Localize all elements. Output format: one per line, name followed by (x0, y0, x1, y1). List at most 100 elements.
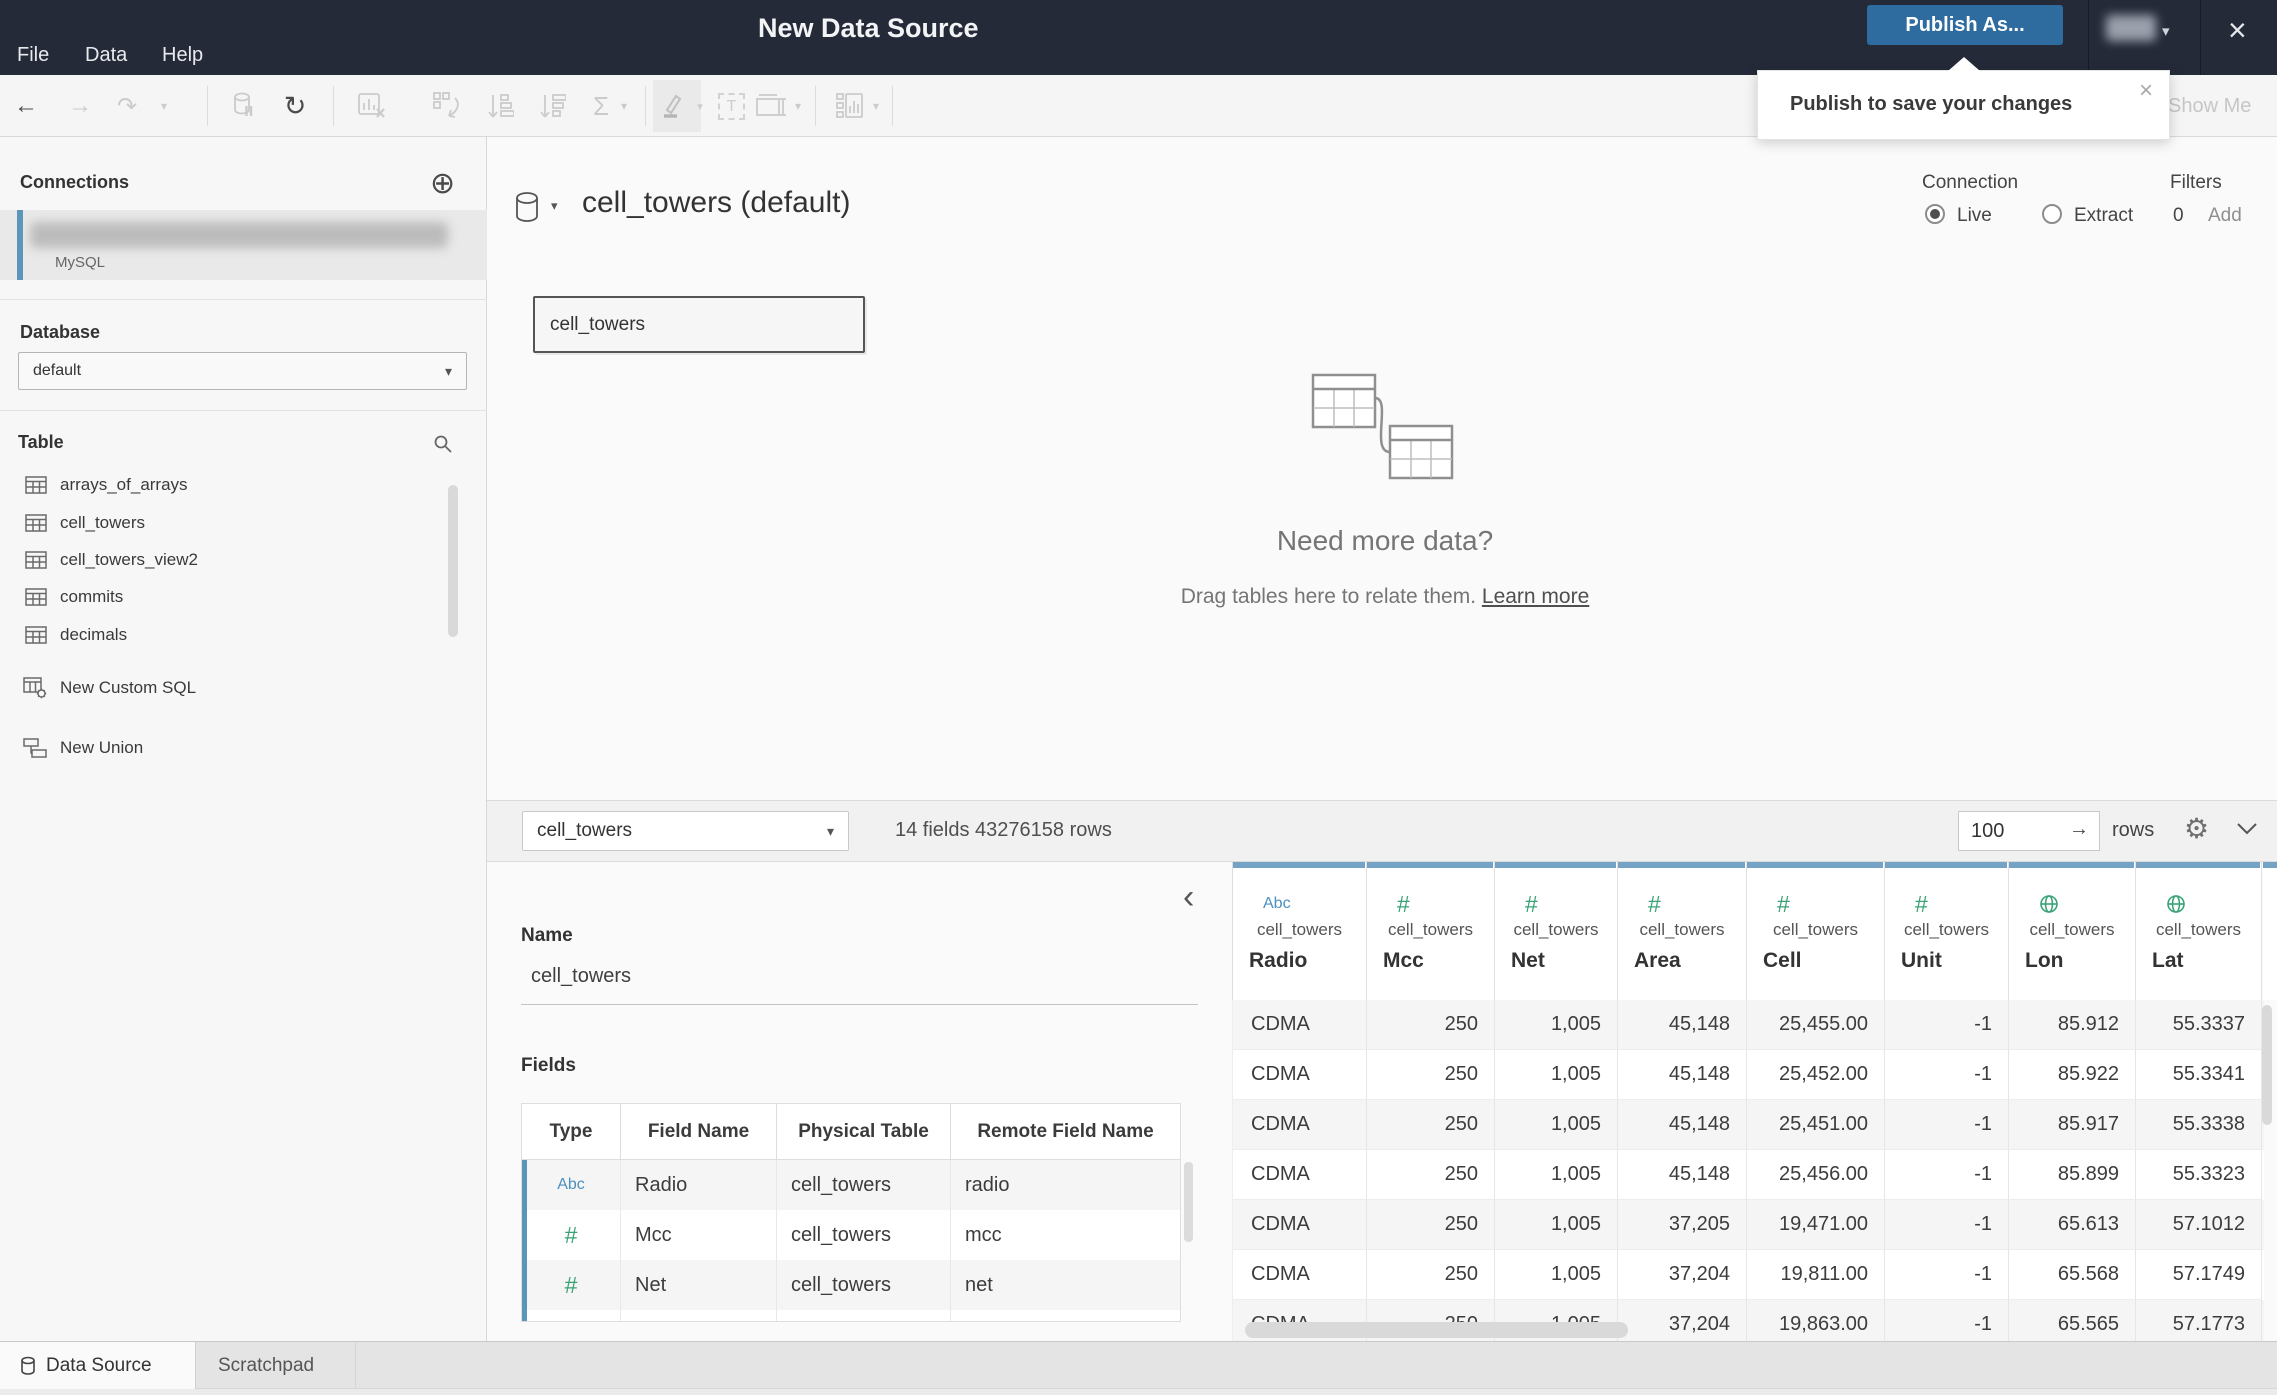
grid-cell[interactable]: 57.1749 (2136, 1250, 2262, 1300)
swap-rows-columns-icon[interactable] (428, 75, 468, 137)
fields-table-scrollbar[interactable] (1184, 1162, 1193, 1242)
close-icon[interactable]: × (2228, 14, 2247, 46)
grid-cell[interactable]: CDMA (1233, 1100, 1367, 1150)
totals-caret-icon[interactable]: ▾ (616, 75, 632, 137)
collapse-preview-chevron-icon[interactable] (2236, 822, 2258, 841)
grid-column-header[interactable]: # cell_towers Mcc (1367, 862, 1495, 1000)
show-me-label[interactable]: Show Me (2168, 75, 2251, 137)
name-input[interactable]: cell_towers (531, 965, 631, 988)
grid-cell[interactable]: 19,863.00 (1747, 1300, 1885, 1341)
extract-label[interactable]: Extract (2074, 205, 2133, 227)
grid-cell[interactable]: 1,005 (1495, 1250, 1618, 1300)
grid-cell[interactable]: 45,148 (1618, 1000, 1747, 1050)
grid-column-header[interactable]: # cell_towers Area (1618, 862, 1747, 1000)
live-label[interactable]: Live (1957, 205, 1992, 227)
grid-cell[interactable]: 250 (1367, 1150, 1495, 1200)
grid-column-header[interactable]: # cell_towers Unit (1885, 862, 2009, 1000)
show-me-caret-icon[interactable]: ▾ (868, 75, 884, 137)
learn-more-link[interactable]: Learn more (1482, 585, 1589, 608)
new-custom-sql-button[interactable]: New Custom SQL (0, 668, 460, 708)
database-select[interactable]: default ▾ (18, 352, 467, 390)
grid-column-header[interactable]: cell_towers Lat (2136, 862, 2262, 1000)
sidebar-item-cell-towers[interactable]: cell_towers (0, 504, 460, 542)
highlight-icon[interactable] (655, 75, 691, 137)
grid-cell[interactable]: 250 (1367, 1100, 1495, 1150)
menu-help[interactable]: Help (162, 44, 203, 67)
grid-cell[interactable]: -1 (1885, 1250, 2009, 1300)
sidebar-item-decimals[interactable]: decimals (0, 616, 460, 654)
datasource-caret-icon[interactable]: ▾ (551, 198, 558, 214)
grid-cell[interactable]: 57.1773 (2136, 1300, 2262, 1341)
grid-cell[interactable]: 1,005 (1495, 1000, 1618, 1050)
forward-button[interactable]: → (64, 75, 96, 137)
grid-cell[interactable]: 45,148 (1618, 1050, 1747, 1100)
grid-cell[interactable]: 55.3338 (2136, 1100, 2262, 1150)
collapse-panel-icon[interactable]: ‹ (1183, 880, 1194, 914)
grid-cell[interactable]: 250 (1367, 1200, 1495, 1250)
grid-cell[interactable]: CDMA (1233, 1250, 1367, 1300)
redo-caret-icon[interactable]: ▾ (155, 75, 173, 137)
publish-as-button[interactable]: Publish As... (1867, 5, 2063, 45)
grid-cell[interactable]: 65.613 (2009, 1200, 2136, 1250)
redo-button[interactable]: ↷ (110, 75, 144, 137)
grid-cell[interactable]: 45,148 (1618, 1100, 1747, 1150)
grid-cell[interactable]: 1,005 (1495, 1100, 1618, 1150)
tooltip-close-icon[interactable]: × (2139, 79, 2153, 103)
grid-column-header[interactable]: # cell_towers Cell (1747, 862, 1885, 1000)
apply-rows-arrow-icon[interactable]: → (2069, 818, 2089, 841)
grid-cell[interactable]: 250 (1367, 1000, 1495, 1050)
menu-file[interactable]: File (17, 44, 49, 67)
grid-cell[interactable]: 25,452.00 (1747, 1050, 1885, 1100)
grid-cell[interactable]: 65.568 (2009, 1250, 2136, 1300)
grid-vertical-scrollbar[interactable] (2262, 1005, 2272, 1125)
grid-cell[interactable]: CDMA (1233, 1050, 1367, 1100)
grid-cell[interactable]: 25,455.00 (1747, 1000, 1885, 1050)
totals-icon[interactable]: Σ (586, 75, 616, 137)
grid-cell[interactable]: 250 (1367, 1050, 1495, 1100)
live-radio[interactable] (1925, 204, 1945, 224)
extract-radio[interactable] (2042, 204, 2062, 224)
tab-scratchpad[interactable]: Scratchpad (196, 1342, 356, 1389)
grid-cell[interactable]: 55.3323 (2136, 1150, 2262, 1200)
text-label-icon[interactable]: T (718, 93, 745, 120)
highlight-caret-icon[interactable]: ▾ (693, 75, 707, 137)
grid-cell[interactable]: 85.917 (2009, 1100, 2136, 1150)
sort-ascending-icon[interactable] (482, 75, 520, 137)
grid-cell[interactable]: 37,205 (1618, 1200, 1747, 1250)
user-avatar[interactable] (2106, 15, 2156, 41)
grid-cell[interactable]: 250 (1367, 1250, 1495, 1300)
connection-item[interactable]: MySQL (0, 210, 487, 280)
refresh-button[interactable]: ↻ (278, 75, 312, 137)
grid-cell[interactable]: 1,005 (1495, 1050, 1618, 1100)
grid-cell[interactable]: -1 (1885, 1150, 2009, 1200)
grid-cell[interactable]: 19,811.00 (1747, 1250, 1885, 1300)
grid-cell[interactable]: CDMA (1233, 1200, 1367, 1250)
grid-cell[interactable]: -1 (1885, 1000, 2009, 1050)
search-icon[interactable] (433, 434, 453, 459)
grid-cell[interactable]: 37,204 (1618, 1300, 1747, 1341)
menu-data[interactable]: Data (85, 44, 127, 67)
grid-cell[interactable]: 85.922 (2009, 1050, 2136, 1100)
grid-column-header[interactable]: cell_towers Lon (2009, 862, 2136, 1000)
sidebar-item-commits[interactable]: commits (0, 578, 460, 616)
grid-column-header[interactable]: # cell_towers Net (1495, 862, 1618, 1000)
grid-cell[interactable]: 37,204 (1618, 1250, 1747, 1300)
grid-cell[interactable]: -1 (1885, 1200, 2009, 1250)
grid-cell[interactable]: 25,451.00 (1747, 1100, 1885, 1150)
grid-cell[interactable]: 45,148 (1618, 1150, 1747, 1200)
filters-add-link[interactable]: Add (2208, 205, 2242, 227)
table-node-cell-towers[interactable]: cell_towers (533, 296, 865, 353)
grid-cell[interactable]: 85.899 (2009, 1150, 2136, 1200)
datasource-icon[interactable] (226, 75, 262, 137)
clear-sheet-icon[interactable] (352, 75, 392, 137)
sidebar-item-cell-towers-view2[interactable]: cell_towers_view2 (0, 541, 460, 579)
fields-row[interactable]: Abc Radio cell_towers radio (522, 1160, 1180, 1210)
grid-cell[interactable]: 25,456.00 (1747, 1150, 1885, 1200)
grid-cell[interactable]: -1 (1885, 1050, 2009, 1100)
grid-horizontal-scrollbar[interactable] (1245, 1322, 1628, 1338)
fields-row[interactable]: # Net cell_towers net (522, 1260, 1180, 1310)
grid-cell[interactable]: 55.3337 (2136, 1000, 2262, 1050)
grid-cell[interactable]: -1 (1885, 1100, 2009, 1150)
sort-descending-icon[interactable] (534, 75, 572, 137)
new-union-button[interactable]: New Union (0, 728, 460, 768)
